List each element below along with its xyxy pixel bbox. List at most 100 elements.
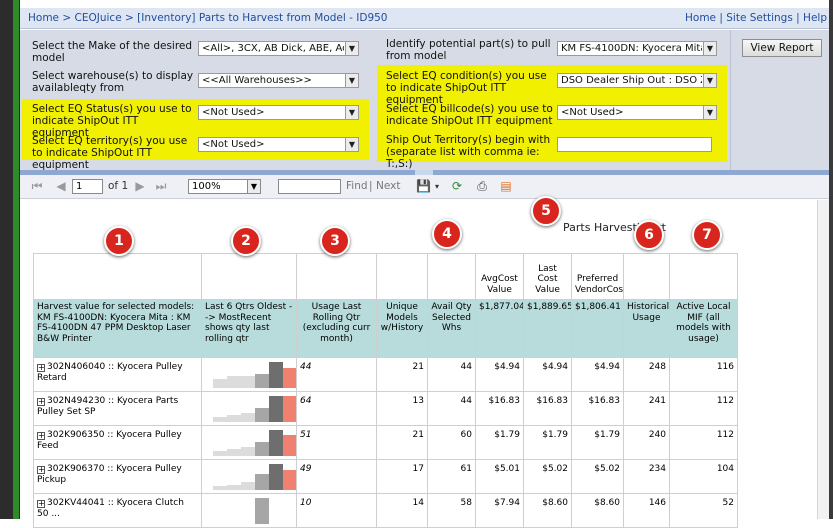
avg-cost-cell: $1.79 (475, 425, 524, 460)
refresh-icon[interactable]: ⟳ (450, 180, 464, 193)
eq-billcode-select[interactable]: <Not Used> ▼ (557, 105, 717, 120)
historical-usage-cell: 248 (623, 357, 670, 392)
sparkline-bar (241, 482, 255, 490)
header-cell (33, 253, 202, 300)
callout-badge-7: 7 (692, 220, 722, 250)
callout-badge-6: 6 (634, 220, 664, 250)
sparkline-bar (283, 435, 296, 456)
eq-territory-label: Select EQ territory(s) you use to indica… (32, 135, 188, 171)
window-left-edge (0, 0, 20, 519)
sparkline-bar (269, 464, 283, 490)
expand-plus-icon[interactable]: + (37, 466, 45, 474)
make-label: Select the Make of the desired model (32, 40, 193, 64)
vertical-scrollbar[interactable] (817, 200, 829, 519)
previous-page-icon[interactable]: ◀ (54, 180, 68, 193)
next-link[interactable]: Next (376, 180, 400, 192)
header-cell (376, 253, 428, 300)
report-toolbar: ⏮ ◀ 1 of 1 ▶ ⏭ 100% ▼ Find | Next 💾 ▾ ⟳ ⎙… (20, 175, 829, 199)
chevron-down-icon: ▼ (703, 42, 716, 55)
unique-models-cell: 17 (376, 459, 428, 494)
table-row: +302N494230 :: Kyocera Parts Pulley Set … (33, 391, 738, 426)
expand-plus-icon[interactable]: + (37, 398, 45, 406)
header-unique-models: Unique Models w/History (376, 299, 428, 358)
table-row: +302KV44041 :: Kyocera Clutch 50 ... 10 14… (33, 493, 738, 528)
make-select[interactable]: <All>, 3CX, AB Dick, ABE, Acce ▼ (198, 41, 359, 56)
next-page-icon[interactable]: ▶ (133, 180, 147, 193)
total-avg-cost: $1,877.04 (475, 299, 524, 358)
last-cost-cell: $5.02 (523, 459, 572, 494)
eq-status-select-value: <Not Used> (202, 107, 265, 118)
potential-parts-select[interactable]: KM FS-4100DN: Kyocera Mita : ▼ (557, 41, 717, 56)
eq-status-select[interactable]: <Not Used> ▼ (198, 105, 359, 120)
unique-models-cell: 13 (376, 391, 428, 426)
shipout-territory-input[interactable] (557, 137, 712, 152)
sparkline-cell (201, 357, 297, 392)
usage-cell: 64 (296, 391, 377, 426)
table-row: +302K906350 :: Kyocera Pulley Feed 51 21 60… (33, 425, 738, 460)
eq-status-label: Select EQ Status(s) you use to indicate … (32, 103, 192, 139)
part-cell: +302N406040 :: Kyocera Pulley Retard (33, 357, 202, 392)
table-body: +302N406040 :: Kyocera Pulley Retard 44 21… (33, 357, 738, 528)
sparkline-bar (269, 396, 283, 422)
avail-qty-cell: 60 (427, 425, 476, 460)
zoom-select[interactable]: 100% ▼ (188, 179, 261, 194)
avail-qty-cell: 61 (427, 459, 476, 494)
total-last-cost: $1,889.65 (523, 299, 572, 358)
avg-cost-cell: $5.01 (475, 459, 524, 494)
site-settings-link[interactable]: Site Settings (726, 12, 793, 24)
header-last-cost: Last Cost Value (523, 253, 572, 300)
sparkline-bar (213, 417, 227, 422)
sparkline-bar (255, 498, 269, 524)
header-avg-cost: AvgCost Value (475, 253, 524, 300)
find-input[interactable] (278, 179, 341, 194)
breadcrumb-current-page: [Inventory] Parts to Harvest from Model … (137, 12, 388, 24)
help-link[interactable]: | Help (796, 12, 827, 24)
last-page-icon[interactable]: ⏭ (154, 180, 168, 193)
first-page-icon[interactable]: ⏮ (30, 180, 44, 193)
breadcrumb-home[interactable]: Home (28, 12, 59, 24)
avail-qty-cell: 44 (427, 357, 476, 392)
usage-cell: 44 (296, 357, 377, 392)
expand-plus-icon[interactable]: + (37, 500, 45, 508)
preferred-cost-cell: $5.02 (571, 459, 624, 494)
preferred-cost-cell: $16.83 (571, 391, 624, 426)
breadcrumb-ceojuice[interactable]: CEOJuice (75, 12, 122, 24)
expand-plus-icon[interactable]: + (37, 432, 45, 440)
usage-sparkline (205, 496, 293, 524)
eq-condition-select[interactable]: DSO Dealer Ship Out : DSO Zei ▼ (557, 73, 717, 88)
eq-billcode-label: Select EQ billcode(s) you use to indicat… (386, 103, 553, 127)
breadcrumb-bar: Home > CEOJuice > [Inventory] Parts to H… (20, 8, 829, 29)
table-header-row: AvgCost Value Last Cost Value Preferred … (33, 253, 738, 300)
sparkline-bar (283, 396, 296, 422)
part-name: 302K906350 :: Kyocera Pulley Feed (37, 430, 182, 451)
active-mif-cell: 52 (669, 493, 738, 528)
export-dropdown-icon[interactable]: ▾ (430, 180, 444, 193)
part-cell: +302K906350 :: Kyocera Pulley Feed (33, 425, 202, 460)
table-subheader-row: Harvest value for selected models: KM FS… (33, 299, 738, 358)
sparkline-bar (213, 451, 227, 456)
top-links: Home | Site Settings | Help (685, 12, 827, 24)
sparkline-cell (201, 391, 297, 426)
potential-parts-label: Identify potential part(s) to pull from … (386, 38, 551, 62)
breadcrumb: Home > CEOJuice > [Inventory] Parts to H… (28, 12, 388, 24)
eq-territory-select[interactable]: <Not Used> ▼ (198, 137, 359, 152)
page-number-input[interactable]: 1 (72, 179, 103, 194)
potential-parts-select-value: KM FS-4100DN: Kyocera Mita : (561, 43, 702, 54)
toolbar-divider: | (369, 180, 373, 192)
home-link[interactable]: Home (685, 12, 716, 24)
last-cost-cell: $8.60 (523, 493, 572, 528)
usage-sparkline (205, 462, 296, 490)
eq-billcode-select-value: <Not Used> (561, 107, 624, 118)
usage-sparkline (205, 428, 296, 456)
sparkline-bar (283, 368, 296, 388)
print-icon[interactable]: ⎙ (475, 180, 489, 193)
data-feed-icon[interactable]: ▤ (499, 180, 513, 193)
sparkline-cell (201, 425, 297, 460)
view-report-button[interactable]: View Report (742, 39, 822, 57)
find-link[interactable]: Find (346, 180, 368, 192)
header-cell (427, 253, 476, 300)
export-icon[interactable]: 💾 (416, 180, 431, 193)
expand-plus-icon[interactable]: + (37, 364, 45, 372)
avail-qty-cell: 44 (427, 391, 476, 426)
warehouse-select[interactable]: <<All Warehouses>> ▼ (198, 73, 359, 88)
